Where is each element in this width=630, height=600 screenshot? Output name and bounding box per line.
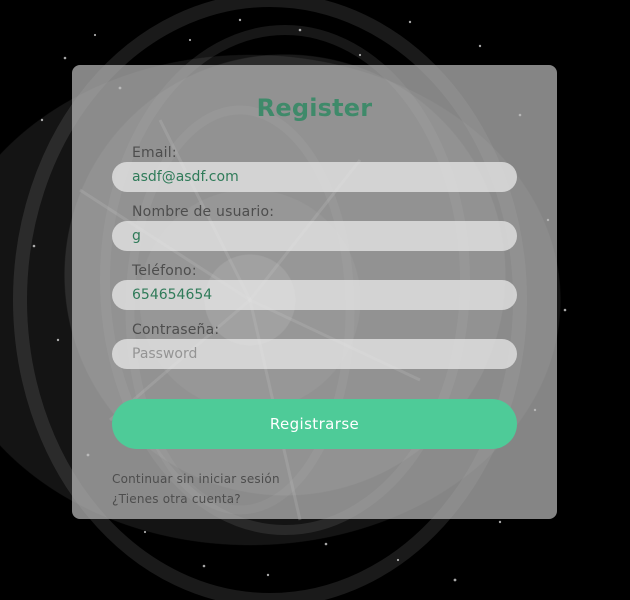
email-field[interactable]: asdf@asdf.com [112,162,517,192]
username-value: g [132,228,141,244]
phone-label: Teléfono: [132,263,197,279]
email-value: asdf@asdf.com [132,169,239,185]
other-account-link[interactable]: ¿Tienes otra cuenta? [112,492,241,506]
username-label: Nombre de usuario: [132,204,275,220]
page-title: Register [256,94,373,122]
continue-without-login-link[interactable]: Continuar sin iniciar sesión [112,472,280,486]
password-field[interactable]: Password [112,339,517,369]
username-field[interactable]: g [112,221,517,251]
email-label: Email: [132,145,177,161]
password-label: Contraseña: [132,322,220,338]
register-card: Register Email: asdf@asdf.com Nombre de … [72,65,557,519]
phone-value: 654654654 [132,287,213,303]
register-button[interactable]: Registrarse [112,399,517,449]
password-placeholder: Password [132,346,198,362]
phone-field[interactable]: 654654654 [112,280,517,310]
